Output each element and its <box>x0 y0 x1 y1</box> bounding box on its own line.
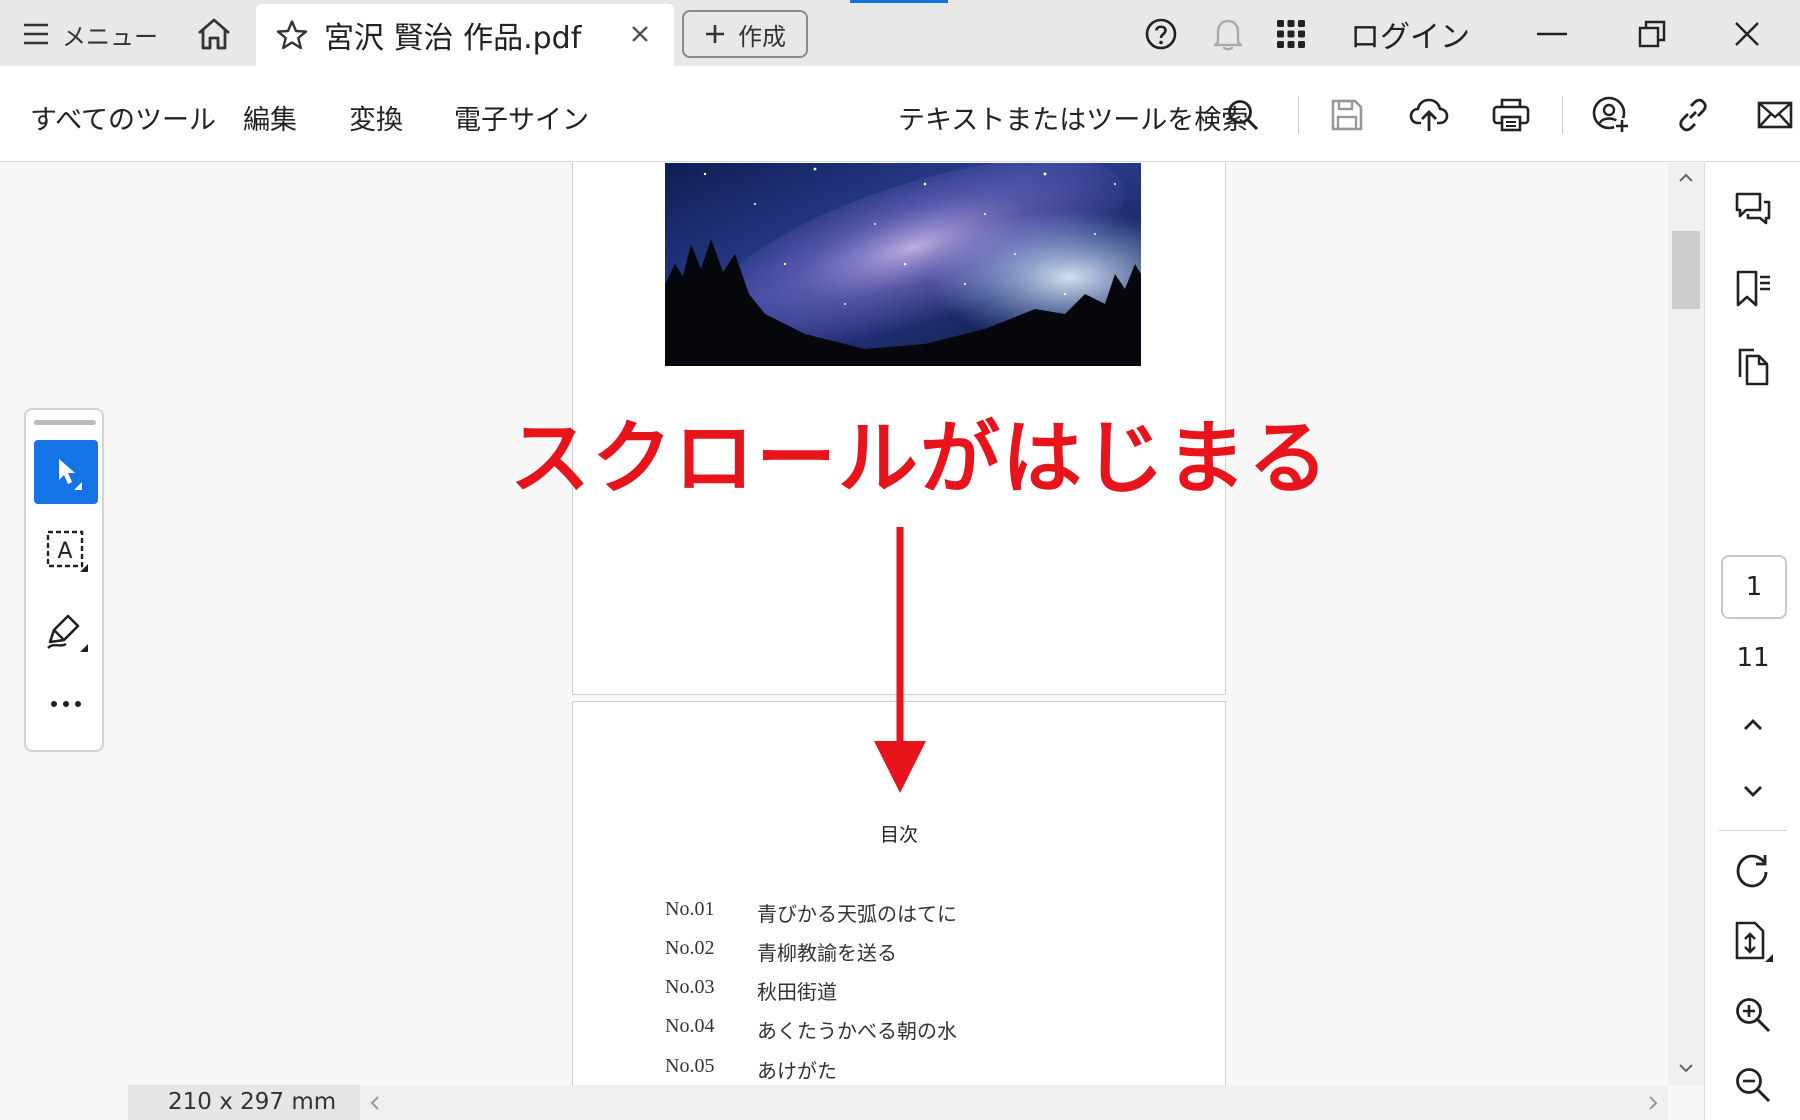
tab-title: 宮沢 賢治 作品.pdf <box>324 21 582 56</box>
apps-button[interactable] <box>1273 16 1309 52</box>
mail-icon[interactable] <box>1754 94 1796 136</box>
toc-title: あくたうかべる朝の水 <box>757 1021 957 1043</box>
toc-title: 秋田街道 <box>757 982 837 1004</box>
scroll-annotation-text: スクロールがはじまる <box>510 412 1330 505</box>
status-bar: 210 x 297 mm <box>128 1085 1668 1120</box>
restore-icon <box>1638 20 1666 48</box>
vertical-scrollbar[interactable] <box>1668 163 1704 1085</box>
loading-indicator <box>850 0 948 3</box>
toc-title: あけがた <box>757 1061 837 1083</box>
close-icon <box>1734 21 1760 47</box>
toc-number: No.03 <box>665 976 715 998</box>
text-select-icon: A <box>44 528 88 572</box>
menu-button[interactable]: メニュー <box>22 14 158 54</box>
select-cursor-icon <box>46 452 86 492</box>
total-pages: 11 <box>1736 643 1770 673</box>
toolbar-convert[interactable]: 変換 <box>349 98 403 137</box>
arrow-down-annotation <box>868 525 932 795</box>
comment-icon[interactable] <box>1731 187 1775 231</box>
toc-number: No.05 <box>665 1055 715 1077</box>
create-button[interactable]: 作成 <box>682 10 808 58</box>
draw-tool-button[interactable] <box>34 598 98 662</box>
apps-icon <box>1276 19 1306 49</box>
more-icon <box>50 700 82 708</box>
chevron-up-icon[interactable] <box>1731 703 1775 747</box>
toc-row[interactable]: No.05 あけがた <box>665 1055 837 1084</box>
toc-row[interactable]: No.04 あくたうかべる朝の水 <box>665 1015 957 1044</box>
main-toolbar: すべてのツール 編集 変換 電子サイン テキストまたはツールを検索 <box>0 66 1800 162</box>
login-button[interactable]: ログイン <box>1350 12 1470 56</box>
toolbar-all-tools[interactable]: すべてのツール <box>30 98 216 137</box>
create-label: 作成 <box>738 22 786 51</box>
document-viewer[interactable]: 目次 No.01 青びかる天弧のはてに No.02 青柳教諭を送る No.03 秋田街… <box>0 163 1704 1085</box>
text-select-tool-button[interactable]: A <box>34 518 98 582</box>
drag-handle[interactable] <box>34 420 96 425</box>
right-rail: 1 11 <box>1704 163 1800 1120</box>
upload-icon[interactable] <box>1408 94 1450 136</box>
restore-button[interactable] <box>1630 12 1674 56</box>
toolbar-divider <box>1562 96 1563 134</box>
quick-tools-panel: A <box>24 408 104 752</box>
toc-row[interactable]: No.02 青柳教諭を送る <box>665 937 897 966</box>
draw-pen-icon <box>44 608 88 652</box>
window-close-button[interactable] <box>1725 12 1769 56</box>
close-icon[interactable] <box>624 18 656 50</box>
scroll-thumb[interactable] <box>1672 231 1700 309</box>
minimize-button[interactable] <box>1530 12 1574 56</box>
search-icon[interactable] <box>1222 94 1264 136</box>
select-tool-button[interactable] <box>34 440 98 504</box>
chevron-down-icon[interactable] <box>1731 769 1775 813</box>
share-user-icon[interactable] <box>1590 94 1632 136</box>
star-icon[interactable] <box>276 19 308 51</box>
notifications-button[interactable] <box>1208 14 1248 54</box>
starry-sky-image <box>665 163 1141 366</box>
toc-title: 青びかる天弧のはてに <box>757 904 957 926</box>
search-input[interactable]: テキストまたはツールを検索 <box>898 98 1248 137</box>
horizontal-scrollbar[interactable] <box>360 1085 1668 1120</box>
bell-icon <box>1212 16 1244 52</box>
tab-document[interactable]: 宮沢 賢治 作品.pdf <box>256 4 674 66</box>
page-size-label: 210 x 297 mm <box>168 1089 337 1115</box>
zoom-out-icon[interactable] <box>1731 1063 1775 1107</box>
chevron-up-icon[interactable] <box>1678 173 1694 183</box>
toc-title: 青柳教諭を送る <box>757 943 897 965</box>
menu-icon <box>22 22 50 46</box>
toolbar-edit[interactable]: 編集 <box>243 98 297 137</box>
home-icon <box>196 17 232 51</box>
svg-text:A: A <box>57 539 72 564</box>
print-icon[interactable] <box>1490 94 1532 136</box>
rotate-icon[interactable] <box>1731 849 1775 893</box>
home-button[interactable] <box>190 12 238 56</box>
toolbar-e-sign[interactable]: 電子サイン <box>454 98 589 137</box>
pages-icon[interactable] <box>1731 345 1775 389</box>
zoom-in-icon[interactable] <box>1731 993 1775 1037</box>
tab-bar: メニュー 宮沢 賢治 作品.pdf 作成 ログイン <box>0 0 1800 66</box>
current-page-input[interactable]: 1 <box>1721 555 1787 619</box>
toc-row[interactable]: No.01 青びかる天弧のはてに <box>665 898 957 927</box>
toc-number: No.01 <box>665 898 715 920</box>
chevron-down-icon[interactable] <box>1678 1063 1694 1073</box>
toolbar-divider <box>1298 96 1299 134</box>
save-icon[interactable] <box>1326 94 1368 136</box>
help-icon <box>1144 17 1178 51</box>
bookmark-icon[interactable] <box>1731 267 1775 311</box>
chevron-left-icon[interactable] <box>370 1095 380 1111</box>
toc-number: No.02 <box>665 937 715 959</box>
menu-label: メニュー <box>62 22 158 51</box>
link-icon[interactable] <box>1672 94 1714 136</box>
plus-icon <box>704 23 726 45</box>
toc-row[interactable]: No.03 秋田街道 <box>665 976 837 1005</box>
toc-number: No.04 <box>665 1015 715 1037</box>
toc-heading: 目次 <box>879 824 918 846</box>
help-button[interactable] <box>1143 16 1179 52</box>
minimize-icon <box>1537 32 1567 36</box>
extract-icon[interactable] <box>1731 919 1775 963</box>
more-tools-button[interactable] <box>34 672 98 736</box>
chevron-right-icon[interactable] <box>1648 1095 1658 1111</box>
rail-divider <box>1719 830 1787 831</box>
